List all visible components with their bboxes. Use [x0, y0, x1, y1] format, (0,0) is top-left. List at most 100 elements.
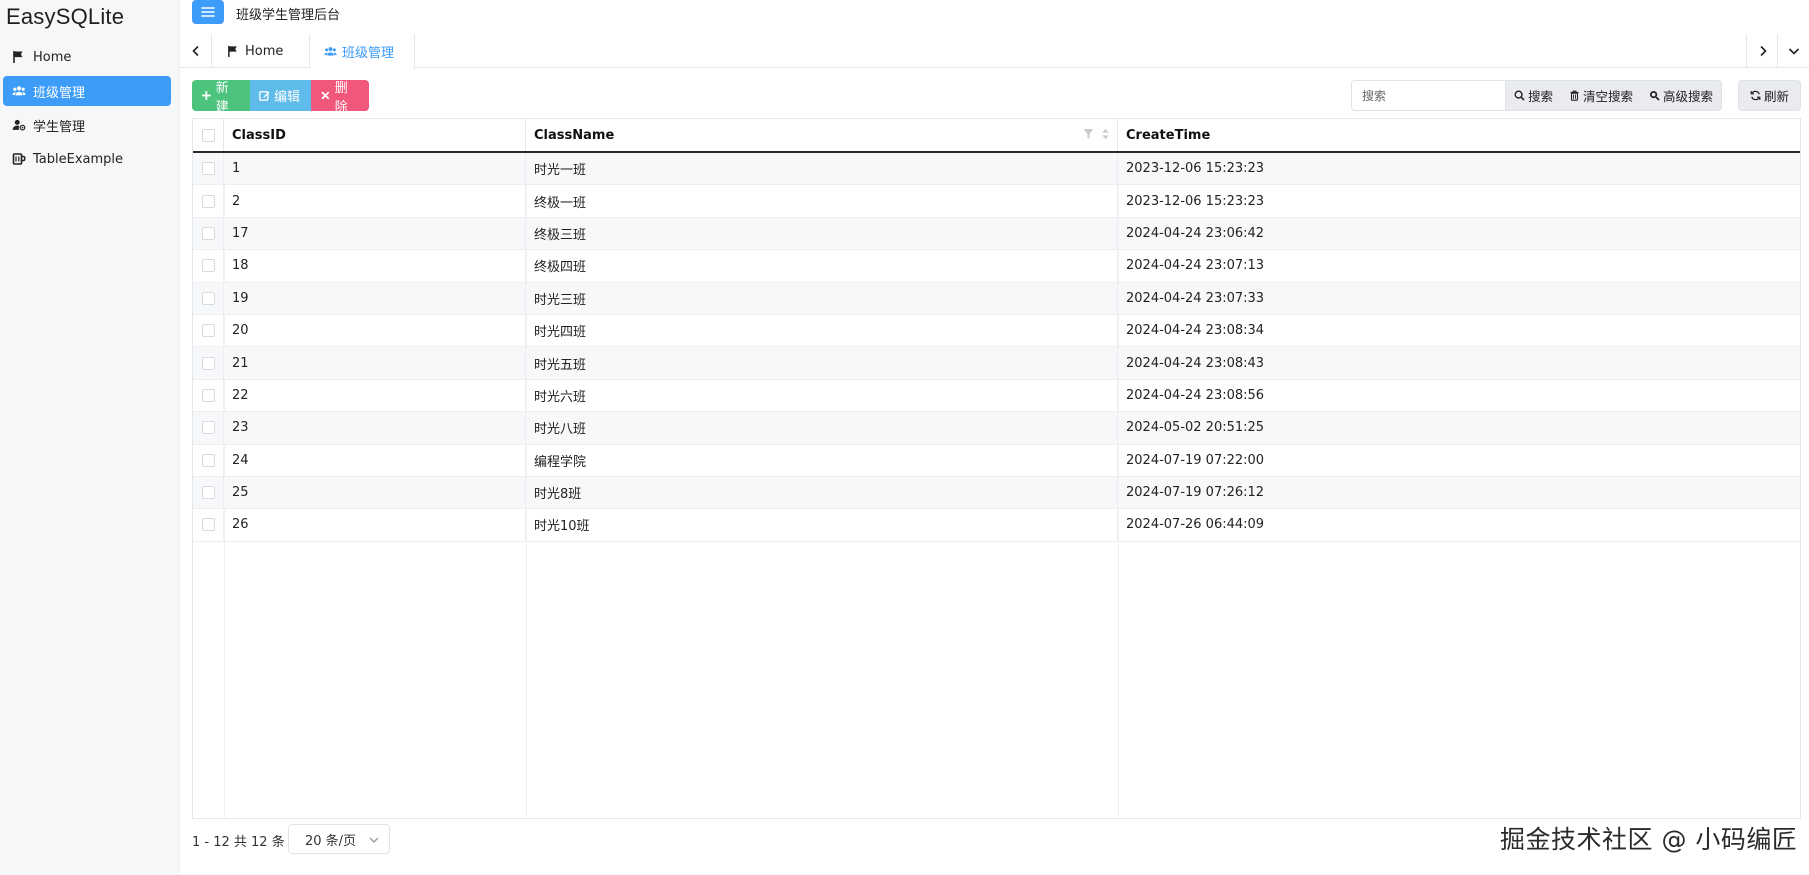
search-button-label: 搜索	[1528, 89, 1554, 104]
sidebar-item-class-management[interactable]: 班级管理	[3, 76, 171, 106]
sidebar-item-student-management[interactable]: 学生管理	[3, 110, 171, 140]
cell-classname: 终极一班	[526, 185, 1118, 217]
sort-icon[interactable]	[1100, 128, 1111, 140]
select-all-checkbox[interactable]	[201, 128, 215, 142]
cell-classid: 22	[224, 379, 526, 412]
app-title: 班级学生管理后台	[236, 8, 341, 23]
cell-createtime: 2024-07-19 07:26:12	[1126, 485, 1265, 501]
tab-menu-button[interactable]	[1777, 34, 1809, 67]
delete-button-label: 删除	[334, 80, 348, 115]
trash-icon	[1570, 90, 1579, 101]
table-row[interactable]: 18 终极四班 2024-04-24 23:07:13	[193, 250, 1800, 283]
cell-classid: 19	[224, 282, 526, 314]
row-select-cell	[193, 217, 224, 250]
table-row[interactable]: 1 时光一班 2023-12-06 15:23:23	[193, 153, 1800, 186]
sidebar: EasySQLite Home 班级管理 学生管理 TableExample	[0, 0, 180, 875]
table-row[interactable]: 25 时光8班 2024-07-19 07:26:12	[193, 476, 1800, 510]
row-select-cell	[193, 153, 224, 185]
close-icon	[321, 91, 330, 100]
refresh-button[interactable]: 刷新	[1738, 80, 1801, 111]
row-checkbox[interactable]	[201, 486, 215, 500]
table-row[interactable]: 19 时光三班 2024-04-24 23:07:33	[193, 282, 1800, 315]
refresh-icon	[1750, 90, 1761, 101]
row-checkbox[interactable]	[201, 226, 215, 240]
row-checkbox[interactable]	[201, 194, 215, 208]
cell-classid: 1	[224, 153, 526, 185]
edit-button[interactable]: 编辑	[250, 80, 311, 111]
row-select-cell	[193, 476, 224, 509]
column-header-classname[interactable]: ClassName	[526, 119, 1118, 151]
zoom-icon	[1650, 91, 1660, 101]
cell-classname: 编程学院	[526, 444, 1118, 476]
search-icon	[1514, 90, 1525, 101]
chevron-left-icon	[191, 45, 199, 56]
cell-classname: 终极三班	[526, 217, 1118, 250]
tab-home[interactable]: Home	[213, 34, 309, 68]
cell-classname: 终极四班	[526, 250, 1118, 282]
advanced-search-label: 高级搜索	[1663, 89, 1714, 104]
tab-label: 班级管理	[342, 46, 395, 61]
table-row[interactable]: 22 时光六班 2024-04-24 23:08:56	[193, 379, 1800, 413]
table-row[interactable]: 17 终极三班 2024-04-24 23:06:42	[193, 217, 1800, 251]
row-checkbox[interactable]	[201, 388, 215, 402]
class-table: ClassID ClassName CreateTime 1 时光一班 2023-1…	[192, 118, 1801, 819]
row-checkbox[interactable]	[201, 356, 215, 370]
column-header-label: ClassID	[232, 127, 286, 143]
table-row[interactable]: 24 编程学院 2024-07-19 07:22:00	[193, 444, 1800, 477]
row-checkbox[interactable]	[201, 291, 215, 305]
cell-classname: 时光三班	[526, 282, 1118, 314]
cell-classid: 20	[224, 314, 526, 347]
hamburger-icon	[201, 7, 215, 17]
table-row[interactable]: 2 终极一班 2023-12-06 15:23:23	[193, 185, 1800, 218]
table-row[interactable]: 20 时光四班 2024-04-24 23:08:34	[193, 314, 1800, 348]
cell-classid: 18	[224, 250, 526, 282]
row-select-cell	[193, 444, 224, 476]
sidebar-item-table-example[interactable]: TableExample	[3, 144, 171, 174]
column-header-createtime[interactable]: CreateTime	[1118, 119, 1800, 151]
cell-createtime: 2024-07-26 06:44:09	[1126, 517, 1265, 533]
delete-button[interactable]: 删除	[311, 80, 369, 115]
cell-createtime: 2023-12-06 15:23:23	[1126, 193, 1265, 209]
search-button[interactable]: 搜索	[1506, 80, 1562, 111]
search-input[interactable]	[1351, 80, 1506, 111]
tab-class-management[interactable]: 班级管理	[309, 34, 415, 69]
cell-classname: 时光一班	[526, 153, 1118, 185]
chevron-down-icon	[1788, 47, 1799, 55]
filter-icon[interactable]	[1083, 128, 1094, 140]
cell-classname: 时光八班	[526, 412, 1118, 444]
row-checkbox[interactable]	[201, 259, 215, 273]
clear-search-button[interactable]: 清空搜索	[1561, 80, 1642, 111]
chevron-down-icon	[369, 837, 379, 843]
add-button[interactable]: 新建	[192, 80, 250, 115]
page-size-select[interactable]: 20 条/页	[288, 824, 390, 854]
cell-classname: 时光六班	[526, 379, 1118, 412]
column-header-classid[interactable]: ClassID	[224, 119, 526, 151]
pagination-info: 1 - 12 共 12 条	[192, 835, 285, 850]
app-brand: EasySQLite	[6, 4, 125, 29]
search-bar: 搜索 清空搜索 高级搜索	[1351, 80, 1723, 111]
advanced-search-button[interactable]: 高级搜索	[1641, 80, 1723, 111]
row-checkbox[interactable]	[201, 421, 215, 435]
row-checkbox[interactable]	[201, 453, 215, 467]
row-checkbox[interactable]	[201, 324, 215, 338]
table-row[interactable]: 23 时光八班 2024-05-02 20:51:25	[193, 412, 1800, 445]
tab-scroll-right-button[interactable]	[1746, 34, 1778, 67]
tab-scroll-left-button[interactable]	[180, 34, 212, 67]
menu-toggle-button[interactable]	[192, 0, 224, 24]
row-select-cell	[193, 250, 224, 282]
row-checkbox[interactable]	[201, 162, 215, 176]
cell-classid: 17	[224, 217, 526, 250]
add-button-label: 新建	[215, 80, 229, 115]
cell-classname: 时光10班	[526, 509, 1118, 541]
row-checkbox[interactable]	[201, 518, 215, 532]
cell-classid: 2	[224, 185, 526, 217]
cell-createtime: 2024-04-24 23:06:42	[1126, 225, 1265, 241]
cell-classid: 26	[224, 509, 526, 541]
row-select-cell	[193, 185, 224, 217]
sidebar-item-home[interactable]: Home	[3, 42, 171, 72]
cell-classname: 时光五班	[526, 347, 1118, 379]
table-row[interactable]: 21 时光五班 2024-04-24 23:08:43	[193, 347, 1800, 380]
row-select-cell	[193, 379, 224, 412]
refresh-button-label: 刷新	[1763, 89, 1789, 104]
table-row[interactable]: 26 时光10班 2024-07-26 06:44:09	[193, 509, 1800, 542]
